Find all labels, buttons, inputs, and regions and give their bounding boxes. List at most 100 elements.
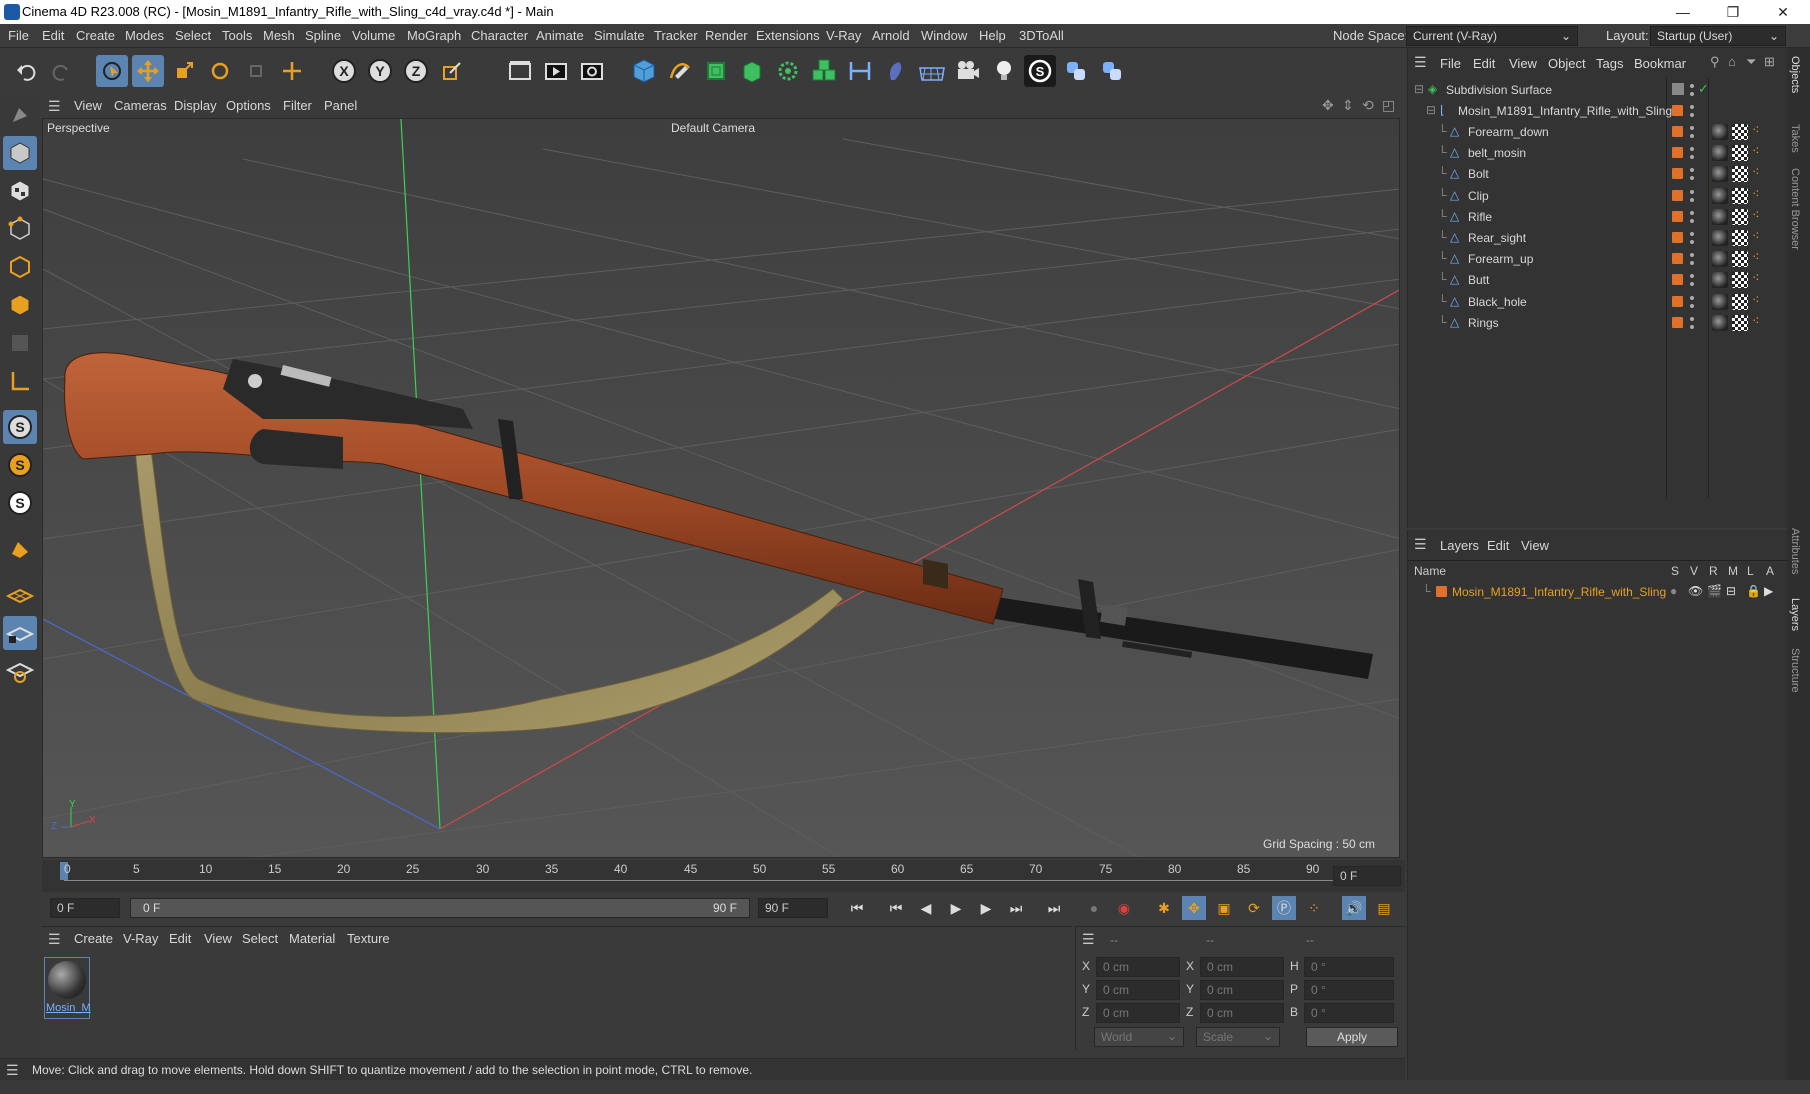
vertex-map-tag-icon[interactable]: ⁖ — [1752, 143, 1760, 159]
render-visibility-dot[interactable] — [1690, 218, 1694, 223]
previous-frame-icon[interactable]: ◀ — [914, 896, 938, 920]
render-visibility-dot[interactable] — [1690, 176, 1694, 181]
menu-select[interactable]: Select — [175, 28, 211, 43]
animation-play-icon[interactable]: ▶ — [1764, 584, 1773, 598]
floor-icon[interactable] — [916, 55, 948, 87]
render-to-picture-viewer-icon[interactable] — [540, 55, 572, 87]
zoom-view-icon[interactable]: ⇕ — [1342, 97, 1354, 114]
editor-visibility-dot[interactable] — [1690, 232, 1694, 236]
menu-edit[interactable]: Edit — [42, 28, 64, 43]
field-icon[interactable] — [880, 55, 912, 87]
vertex-map-tag-icon[interactable]: ⁖ — [1752, 164, 1760, 180]
object-menu-tags[interactable]: Tags — [1596, 56, 1623, 71]
light-icon[interactable] — [988, 55, 1020, 87]
uvw-tag-icon[interactable] — [1732, 230, 1748, 246]
deformer-icon[interactable] — [844, 55, 876, 87]
polygons-mode-icon[interactable] — [3, 288, 37, 322]
material-swatch[interactable]: Mosin_M — [44, 957, 91, 1019]
layer-row[interactable]: └ Mosin_M1891_Infantry_Rifle_with_Sling … — [1408, 582, 1788, 603]
y-axis-lock-icon[interactable]: Y — [364, 55, 396, 87]
uvw-tag-icon[interactable] — [1732, 187, 1748, 204]
menu-spline[interactable]: Spline — [305, 28, 341, 43]
editor-visibility-dot[interactable] — [1690, 253, 1694, 258]
frame-range-slider[interactable]: 0 F 90 F — [130, 898, 750, 918]
menu-create[interactable]: Create — [76, 28, 115, 43]
key-position-icon[interactable]: ✥ — [1182, 896, 1206, 920]
object-menu-edit[interactable]: Edit — [1473, 56, 1495, 71]
move-tool-icon[interactable] — [132, 55, 164, 87]
viewport-menu-view[interactable]: View — [74, 98, 102, 113]
key-parameter-icon[interactable]: Ⓟ — [1272, 896, 1296, 920]
object-menu-bookmarks[interactable]: Bookmar — [1634, 56, 1686, 71]
tab-attributes[interactable]: Attributes — [1789, 528, 1801, 574]
apply-button[interactable]: Apply — [1306, 1027, 1398, 1047]
menu-extensions[interactable]: Extensions — [756, 28, 820, 43]
menu-character[interactable]: Character — [471, 28, 528, 43]
workplane-snap-icon[interactable]: S — [3, 486, 37, 520]
select-tool-icon[interactable] — [96, 55, 128, 87]
viewport-camera-label[interactable]: Default Camera — [671, 121, 755, 135]
lock-icon[interactable]: 🔒 — [1746, 584, 1761, 598]
render-visibility-dot[interactable] — [1690, 197, 1694, 202]
editor-visibility-dot[interactable] — [1690, 295, 1694, 300]
render-visibility-dot[interactable] — [1690, 240, 1694, 244]
cloner-icon[interactable] — [772, 55, 804, 87]
coordinate-system-icon[interactable] — [436, 55, 468, 87]
render-visibility-dot[interactable] — [1690, 282, 1694, 287]
make-editable-icon[interactable] — [3, 98, 37, 132]
axis-mode-icon[interactable] — [3, 364, 37, 398]
solo-icon[interactable]: ● — [1670, 584, 1677, 598]
record-active-objects-icon[interactable]: ● — [1082, 896, 1106, 920]
vertex-map-tag-icon[interactable]: ⁖ — [1752, 313, 1760, 329]
key-pla-icon[interactable]: ⁘ — [1302, 896, 1326, 920]
material-menu-edit[interactable]: Edit — [169, 931, 191, 946]
autokeying-icon[interactable]: ◉ — [1112, 896, 1136, 920]
menu-simulate[interactable]: Simulate — [594, 28, 645, 43]
mograph-cubes-icon[interactable] — [808, 55, 840, 87]
uv-mode-icon[interactable] — [3, 326, 37, 360]
uvw-tag-icon[interactable] — [1732, 293, 1748, 310]
viewport-menu-panel[interactable]: Panel — [324, 98, 357, 113]
move-view-icon[interactable]: ✥ — [1322, 97, 1334, 114]
recent-tool-icon[interactable] — [240, 55, 272, 87]
end-frame-field[interactable]: 90 F — [758, 898, 828, 918]
material-tag-icon[interactable] — [1712, 166, 1728, 183]
uvw-tag-icon[interactable] — [1732, 124, 1748, 140]
render-visibility-dot[interactable] — [1690, 113, 1694, 117]
material-menu-texture[interactable]: Texture — [347, 931, 390, 946]
material-tag-icon[interactable] — [1712, 145, 1728, 162]
previous-key-icon[interactable]: ⏮ — [884, 896, 908, 920]
planar-workplane-icon[interactable] — [3, 654, 37, 688]
render-icon[interactable]: 🎬 — [1707, 584, 1722, 598]
tab-objects[interactable]: Objects — [1789, 56, 1801, 93]
object-row[interactable]: └ △ Black_hole ⁖ — [1408, 292, 1788, 313]
menu-mograph[interactable]: MoGraph — [407, 28, 461, 43]
motion-system-icon[interactable]: 🔊 — [1342, 896, 1366, 920]
object-row-mosin-group[interactable]: ⊟ ⌊ Mosin_M1891_Infantry_Rifle_with_Slin… — [1408, 101, 1788, 122]
hamburger-menu-icon[interactable]: ☰ — [48, 931, 61, 948]
material-tag-icon[interactable] — [1712, 272, 1728, 289]
edges-mode-icon[interactable] — [3, 250, 37, 284]
menu-tools[interactable]: Tools — [222, 28, 252, 43]
editor-visibility-dot[interactable] — [1690, 274, 1694, 279]
add-tool-icon[interactable] — [276, 55, 308, 87]
go-to-start-icon[interactable]: ⏮ — [845, 896, 869, 920]
menu-animate[interactable]: Animate — [536, 28, 584, 43]
new-window-icon[interactable]: ⊞ — [1764, 54, 1775, 70]
render-settings-icon[interactable] — [576, 55, 608, 87]
scale-tool-icon[interactable] — [168, 55, 200, 87]
uvw-tag-icon[interactable] — [1732, 166, 1748, 183]
expand-icon[interactable]: ⊟ — [1426, 103, 1436, 117]
material-menu-vray[interactable]: V-Ray — [123, 931, 158, 946]
material-menu-material[interactable]: Material — [289, 931, 335, 946]
menu-volume[interactable]: Volume — [352, 28, 395, 43]
go-to-end-icon[interactable]: ⏭ — [1042, 896, 1066, 920]
home-icon[interactable]: ⌂ — [1728, 54, 1736, 69]
play-icon[interactable]: ▶ — [944, 896, 968, 920]
points-mode-icon[interactable] — [3, 212, 37, 246]
material-menu-select[interactable]: Select — [242, 931, 278, 946]
key-rotation-icon[interactable]: ⟳ — [1242, 896, 1266, 920]
next-frame-icon[interactable]: ▶ — [974, 896, 998, 920]
python-script-icon[interactable] — [1060, 55, 1092, 87]
viewport-menu-display[interactable]: Display — [174, 98, 217, 113]
